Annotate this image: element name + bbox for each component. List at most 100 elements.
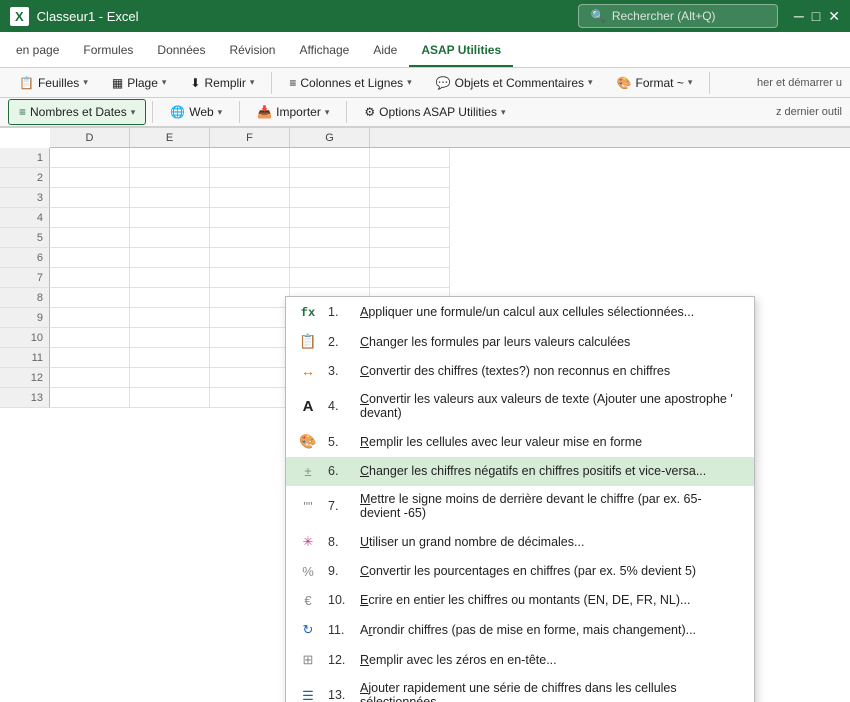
search-box[interactable]: 🔍 Rechercher (Alt+Q): [578, 4, 778, 28]
grid-cell[interactable]: [370, 268, 450, 288]
tab-affichage[interactable]: Affichage: [287, 35, 361, 67]
grid-cell[interactable]: [210, 168, 290, 188]
menu-item[interactable]: ☰13.Ajouter rapidement une série de chif…: [286, 675, 754, 702]
column-headers: D E F G: [50, 128, 850, 148]
grid-cell[interactable]: [290, 228, 370, 248]
grid-cell[interactable]: [50, 308, 130, 328]
menu-item[interactable]: ↔3.Convertir des chiffres (textes?) non …: [286, 357, 754, 386]
menu-item[interactable]: ⊞12.Remplir avec les zéros en en-tête...: [286, 645, 754, 675]
grid-cell[interactable]: [290, 188, 370, 208]
tab-formules[interactable]: Formules: [71, 35, 145, 67]
btn-options-asap[interactable]: ⚙ Options ASAP Utilities ▾: [353, 99, 516, 125]
grid-cell[interactable]: [130, 308, 210, 328]
grid-cell[interactable]: [50, 388, 130, 408]
grid-cell[interactable]: [50, 168, 130, 188]
grid-cell[interactable]: [130, 388, 210, 408]
btn-colonnes-lignes[interactable]: ≡ Colonnes et Lignes ▾: [278, 70, 422, 96]
grid-cell[interactable]: [50, 268, 130, 288]
grid-cell[interactable]: [130, 288, 210, 308]
grid-cell[interactable]: [370, 188, 450, 208]
menu-item[interactable]: 📋2.Changer les formules par leurs valeur…: [286, 327, 754, 357]
tab-aide[interactable]: Aide: [361, 35, 409, 67]
menu-item[interactable]: A4.Convertir les valeurs aux valeurs de …: [286, 386, 754, 427]
menu-item[interactable]: ↻11.Arrondir chiffres (pas de mise en fo…: [286, 615, 754, 645]
grid-cell[interactable]: [210, 328, 290, 348]
grid-cell[interactable]: [130, 248, 210, 268]
tab-asap[interactable]: ASAP Utilities: [409, 35, 513, 67]
menu-item[interactable]: ✳8.Utiliser un grand nombre de décimales…: [286, 527, 754, 557]
btn-remplir[interactable]: ⬇ Remplir ▾: [179, 70, 265, 96]
grid-cell[interactable]: [50, 248, 130, 268]
grid-cell[interactable]: [210, 288, 290, 308]
grid-cell[interactable]: [370, 248, 450, 268]
grid-cell[interactable]: [50, 148, 130, 168]
remplir-icon: ⬇: [190, 76, 200, 90]
grid-cell[interactable]: [130, 188, 210, 208]
nombres-dates-icon: ≡: [19, 105, 26, 119]
grid-cell[interactable]: [290, 268, 370, 288]
grid-cell[interactable]: [290, 248, 370, 268]
grid-cell[interactable]: [50, 228, 130, 248]
grid-cell[interactable]: [370, 148, 450, 168]
menu-item[interactable]: %9.Convertir les pourcentages en chiffre…: [286, 557, 754, 586]
menu-item[interactable]: fx1.Appliquer une formule/un calcul aux …: [286, 297, 754, 327]
grid-cell[interactable]: [370, 168, 450, 188]
menu-item[interactable]: ±6.Changer les chiffres négatifs en chif…: [286, 457, 754, 486]
menu-item[interactable]: 🎨5.Remplir les cellules avec leur valeur…: [286, 427, 754, 457]
grid-cell[interactable]: [50, 188, 130, 208]
grid-cell[interactable]: [290, 148, 370, 168]
grid-cell[interactable]: [210, 228, 290, 248]
menu-item-icon: €: [298, 592, 318, 608]
web-icon: 🌐: [170, 105, 185, 119]
menu-item[interactable]: ""7.Mettre le signe moins de derrière de…: [286, 486, 754, 527]
grid-cell[interactable]: [210, 248, 290, 268]
grid-cell[interactable]: [130, 208, 210, 228]
grid-cell[interactable]: [210, 368, 290, 388]
close-icon[interactable]: ✕: [828, 8, 840, 25]
row-number: 12: [0, 368, 50, 388]
grid-cell[interactable]: [130, 368, 210, 388]
grid-cell[interactable]: [130, 228, 210, 248]
grid-cell[interactable]: [290, 208, 370, 228]
grid-cell[interactable]: [210, 348, 290, 368]
btn-plage[interactable]: ▦ Plage ▾: [101, 70, 178, 96]
btn-objets-commentaires[interactable]: 💬 Objets et Commentaires ▾: [425, 70, 604, 96]
maximize-icon[interactable]: □: [812, 8, 820, 25]
tab-donnees[interactable]: Données: [145, 35, 217, 67]
menu-item-icon: 🎨: [298, 433, 318, 450]
grid-cell[interactable]: [130, 328, 210, 348]
grid-cell[interactable]: [210, 308, 290, 328]
grid-cell[interactable]: [50, 368, 130, 388]
grid-cell[interactable]: [130, 348, 210, 368]
grid-cell[interactable]: [210, 188, 290, 208]
asap-toolbar-row2: ≡ Nombres et Dates ▾ 🌐 Web ▾ 📥 Importer …: [0, 98, 850, 128]
menu-items-container: fx1.Appliquer une formule/un calcul aux …: [286, 297, 754, 702]
grid-cell[interactable]: [50, 208, 130, 228]
btn-importer[interactable]: 📥 Importer ▾: [246, 99, 340, 125]
btn-nombres-dates[interactable]: ≡ Nombres et Dates ▾: [8, 99, 146, 125]
grid-cell[interactable]: [210, 388, 290, 408]
grid-cell[interactable]: [290, 168, 370, 188]
grid-cell[interactable]: [130, 148, 210, 168]
btn-format[interactable]: 🎨 Format ~ ▾: [606, 70, 704, 96]
right-panel-text1: her et démarrer u: [757, 77, 842, 89]
tab-mise-en-page[interactable]: en page: [4, 35, 71, 67]
grid-cell[interactable]: [370, 228, 450, 248]
grid-cell[interactable]: [50, 328, 130, 348]
grid-cell[interactable]: [50, 288, 130, 308]
row-number: 7: [0, 268, 50, 288]
title-text: Classeur1 - Excel: [37, 9, 139, 24]
btn-feuilles[interactable]: 📋 Feuilles ▾: [8, 70, 99, 96]
grid-cell[interactable]: [130, 168, 210, 188]
btn-web[interactable]: 🌐 Web ▾: [159, 99, 233, 125]
grid-cell[interactable]: [210, 208, 290, 228]
tab-revision[interactable]: Révision: [217, 35, 287, 67]
minimize-icon[interactable]: ─: [794, 8, 804, 25]
grid-cell[interactable]: [210, 148, 290, 168]
grid-cell[interactable]: [130, 268, 210, 288]
grid-cell[interactable]: [370, 208, 450, 228]
grid-cell[interactable]: [210, 268, 290, 288]
grid-cell[interactable]: [50, 348, 130, 368]
remplir-label: Remplir: [204, 76, 245, 90]
menu-item[interactable]: €10.Ecrire en entier les chiffres ou mon…: [286, 586, 754, 615]
